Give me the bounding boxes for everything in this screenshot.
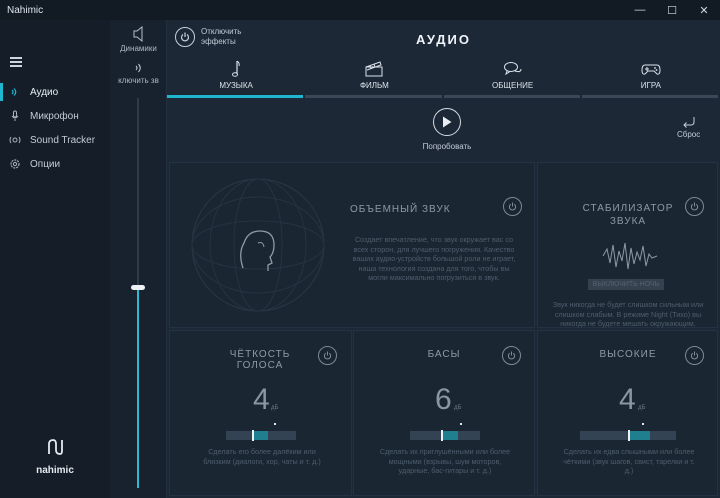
minimize-button[interactable]: — bbox=[624, 0, 656, 20]
treble-value: 4 bbox=[619, 383, 636, 416]
voice-unit: дБ bbox=[271, 405, 279, 411]
undo-arrow-icon bbox=[682, 117, 695, 128]
title-bar: Nahimic — ☐ ✕ bbox=[0, 0, 720, 20]
sound-waves-icon bbox=[135, 63, 141, 73]
tab-music[interactable]: МУЗЫКА bbox=[167, 60, 305, 98]
treble-unit: дБ bbox=[638, 405, 646, 411]
gamepad-icon bbox=[641, 60, 661, 78]
microphone-icon bbox=[9, 110, 21, 122]
treble-slider-fill bbox=[628, 431, 651, 440]
try-label: Попробовать bbox=[422, 142, 472, 151]
treble-slider-thumb[interactable] bbox=[627, 430, 630, 441]
sidebar-item-microphone[interactable]: Микрофон bbox=[0, 104, 110, 128]
tab-game[interactable]: ИГРА bbox=[581, 60, 720, 98]
treble-slider[interactable] bbox=[580, 430, 676, 441]
bass-description: Сделать их приглушёнными или более мощны… bbox=[379, 447, 511, 476]
nahimic-logo-icon bbox=[48, 439, 63, 455]
tab-movie[interactable]: ФИЛЬМ bbox=[305, 60, 443, 98]
stabilizer-description: Звук никогда не будет слишком сильным ил… bbox=[552, 300, 704, 329]
tab-label: ИГРА bbox=[640, 81, 661, 90]
brand-name: nahimic bbox=[36, 465, 74, 476]
clapperboard-icon bbox=[365, 60, 383, 78]
speaker-icon bbox=[9, 86, 21, 98]
sound-sphere-icon bbox=[191, 178, 325, 312]
sidebar-item-label: Микрофон bbox=[30, 110, 79, 122]
tab-indicator bbox=[305, 95, 442, 98]
volume-panel: Динамики ключить зв bbox=[110, 20, 167, 498]
bass-title: БАСЫ bbox=[427, 349, 461, 360]
reset-button[interactable]: Сброс bbox=[677, 116, 700, 139]
sidebar-item-options[interactable]: Опции bbox=[0, 152, 110, 176]
voice-title: ЧЁТКОСТЬ ГОЛОСА bbox=[229, 349, 291, 371]
brand-logo: nahimic bbox=[0, 438, 110, 476]
bass-slider-thumb[interactable] bbox=[441, 430, 444, 441]
tab-communication[interactable]: ОБЩЕНИЕ bbox=[443, 60, 582, 98]
tab-label: ФИЛЬМ bbox=[359, 81, 389, 90]
tab-indicator bbox=[167, 95, 304, 98]
tab-indicator bbox=[581, 95, 718, 98]
night-mode-button[interactable]: ВЫКЛЮЧИТЬ НОЧЬ bbox=[588, 279, 664, 290]
close-button[interactable]: ✕ bbox=[688, 0, 720, 20]
hamburger-menu-icon[interactable] bbox=[10, 57, 22, 67]
treble-power-icon[interactable] bbox=[685, 346, 704, 365]
sidebar-item-label: Опции bbox=[30, 158, 61, 170]
stabilizer-card: СТАБИЛИЗАТОР ЗВУКА ВЫКЛЮЧИТЬ НОЧЬ Звук н… bbox=[537, 162, 718, 328]
stabilizer-title: СТАБИЛИЗАТОР ЗВУКА bbox=[582, 203, 674, 227]
bass-power-icon[interactable] bbox=[502, 346, 521, 365]
sidebar-nav: Аудио Микрофон Sound Tracker Опции bbox=[0, 80, 110, 176]
mute-label: ключить зв bbox=[118, 76, 159, 85]
try-button[interactable]: Попробовать bbox=[417, 108, 477, 151]
voice-marker bbox=[274, 423, 276, 425]
bass-slider[interactable] bbox=[410, 430, 480, 441]
speaker-device-icon bbox=[133, 25, 142, 43]
device-label: Динамики bbox=[120, 44, 157, 53]
bass-unit: дБ bbox=[454, 405, 462, 411]
voice-description: Сделать его более далёким или близким (д… bbox=[203, 447, 321, 466]
surround-title: ОБЪЕМНЫЙ ЗВУК bbox=[350, 204, 451, 215]
sound-tracker-icon bbox=[9, 134, 21, 146]
sidebar: Аудио Микрофон Sound Tracker Опции nahim… bbox=[0, 20, 110, 498]
gear-icon bbox=[9, 158, 21, 170]
surround-card: ОБЪЕМНЫЙ ЗВУК Создает впечатление, что з… bbox=[169, 162, 535, 328]
voice-slider[interactable] bbox=[226, 430, 296, 441]
treble-card: ВЫСОКИЕ 4 дБ Сделать их едва слышными ил… bbox=[537, 330, 718, 496]
treble-marker bbox=[642, 423, 644, 425]
stabilizer-power-icon[interactable] bbox=[685, 197, 704, 216]
mute-toggle[interactable]: ключить зв bbox=[110, 62, 167, 85]
surround-description: Создает впечатление, что звук окружает в… bbox=[352, 235, 516, 283]
treble-title: ВЫСОКИЕ bbox=[599, 349, 657, 360]
music-note-icon bbox=[231, 60, 241, 78]
bass-slider-fill bbox=[442, 431, 458, 440]
voice-clarity-card: ЧЁТКОСТЬ ГОЛОСА 4 дБ Сделать его более д… bbox=[169, 330, 352, 496]
tab-label: МУЗЫКА bbox=[219, 81, 253, 90]
volume-slider-thumb[interactable] bbox=[131, 284, 145, 290]
page-title: АУДИО bbox=[415, 32, 472, 47]
bass-marker bbox=[460, 423, 462, 425]
tab-label: ОБЩЕНИЕ bbox=[492, 81, 534, 90]
sidebar-item-sound-tracker[interactable]: Sound Tracker bbox=[0, 128, 110, 152]
surround-power-icon[interactable] bbox=[503, 197, 522, 216]
tab-indicator bbox=[443, 95, 580, 98]
voice-slider-thumb[interactable] bbox=[251, 430, 254, 441]
volume-slider-fill bbox=[137, 287, 139, 488]
sidebar-item-label: Аудио bbox=[30, 86, 59, 98]
profile-tabs: МУЗЫКА ФИЛЬМ ОБЩЕНИЕ ИГРА bbox=[167, 60, 720, 98]
treble-description: Сделать их едва слышными или более чётки… bbox=[563, 447, 695, 476]
bass-value: 6 bbox=[435, 383, 452, 416]
sidebar-item-audio[interactable]: Аудио bbox=[0, 80, 110, 104]
voice-power-icon[interactable] bbox=[318, 346, 337, 365]
app-title: Nahimic bbox=[7, 4, 44, 16]
maximize-button[interactable]: ☐ bbox=[656, 0, 688, 20]
voice-value: 4 bbox=[253, 383, 270, 416]
play-icon bbox=[433, 108, 461, 136]
main-panel: Отключить эффекты АУДИО МУЗЫКА ФИЛЬМ ОБЩ… bbox=[167, 20, 720, 498]
reset-label: Сброс bbox=[677, 130, 701, 139]
bass-card: БАСЫ 6 дБ Сделать их приглушёнными или б… bbox=[353, 330, 535, 496]
chat-bubbles-icon bbox=[503, 60, 523, 78]
waveform-icon bbox=[602, 242, 658, 270]
sidebar-item-label: Sound Tracker bbox=[30, 134, 96, 146]
voice-slider-fill bbox=[252, 431, 268, 440]
output-device[interactable]: Динамики bbox=[110, 25, 167, 53]
